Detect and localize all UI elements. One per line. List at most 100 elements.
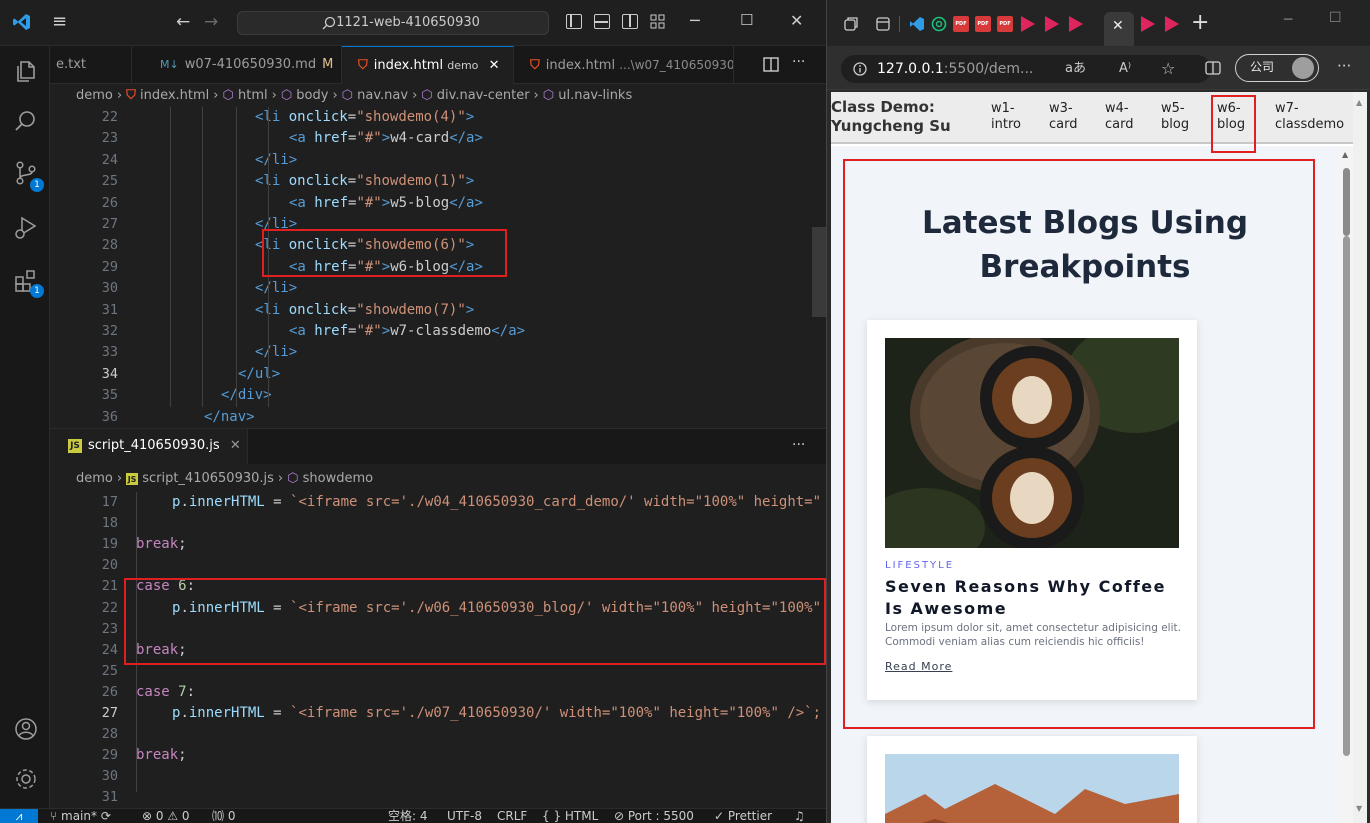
breadcrumb-item[interactable]: ⛉ index.html — [126, 88, 209, 103]
menu-icon[interactable]: ≡ — [52, 12, 67, 32]
tab-close-icon[interactable]: ✕ — [230, 438, 241, 453]
tab-close-icon[interactable]: ✕ — [1112, 18, 1124, 34]
iframe-scrollbar-thumb[interactable] — [1343, 168, 1350, 236]
close-window-icon[interactable]: ✕ — [790, 11, 803, 30]
breadcrumb-item[interactable]: ⬡ nav.nav — [342, 88, 408, 103]
line-number: 26 — [101, 194, 118, 211]
nav-link-w1-intro[interactable]: w1- intro — [991, 101, 1021, 133]
breadcrumb-item[interactable]: JS script_410650930.js — [126, 471, 274, 486]
address-host: 127.0.0.1 — [877, 61, 944, 77]
js-editor[interactable]: 17 p.innerHTML = `<iframe src='./w04_4106… — [50, 492, 826, 808]
more-actions-icon[interactable]: ··· — [792, 54, 805, 70]
more-actions-icon[interactable]: ··· — [792, 437, 805, 453]
line-number: 24 — [101, 151, 118, 168]
favorite-star-icon[interactable]: ☆ — [1161, 55, 1175, 83]
toggle-panel-icon[interactable] — [594, 14, 610, 29]
scroll-up-icon[interactable]: ▲ — [1342, 150, 1348, 159]
breadcrumb-separator: › — [332, 88, 338, 103]
breadcrumb-item[interactable]: ⬡ ul.nav-links — [543, 88, 632, 103]
address-bar[interactable]: 127.0.0.1:5500/dem... aあ A⁾ ☆ — [841, 55, 1211, 83]
run-debug-icon[interactable] — [13, 214, 39, 240]
split-editor-icon[interactable] — [763, 57, 779, 72]
tab-close-icon[interactable]: ✕ — [489, 58, 500, 73]
nav-link-w5-blog[interactable]: w5- blog — [1161, 101, 1189, 133]
tab-media-icon[interactable] — [1045, 16, 1059, 32]
breadcrumb-item[interactable]: ⬡ div.nav-center — [421, 88, 529, 103]
settings-gear-icon[interactable] — [13, 766, 39, 792]
notifications-icon[interactable]: ♫ — [794, 809, 805, 823]
split-screen-icon[interactable] — [1205, 61, 1221, 75]
nav-link-w3-card[interactable]: w3- card — [1049, 101, 1077, 133]
accounts-icon[interactable] — [13, 716, 39, 742]
tab-e-txt[interactable]: e.txt — [50, 46, 132, 84]
nav-link-w7-classdemo[interactable]: w7- classdemo — [1275, 101, 1344, 133]
branch-indicator[interactable]: ⑂ main* ⟳ — [50, 809, 111, 823]
line-code: <li onclick="showdemo(6)"> — [255, 237, 475, 254]
remote-indicator-icon[interactable]: ⩘ — [0, 809, 38, 823]
prettier-indicator[interactable]: ✓ Prettier — [714, 809, 772, 823]
nav-link-w4-card[interactable]: w4- card — [1105, 101, 1133, 133]
scroll-down-icon[interactable]: ▼ — [1356, 804, 1362, 813]
workspaces-icon[interactable] — [843, 16, 859, 32]
site-info-icon[interactable] — [853, 62, 867, 76]
forward-arrow-icon[interactable]: → — [204, 12, 218, 32]
breadcrumb-item[interactable]: ⬡ html — [223, 88, 268, 103]
profile-button[interactable]: 公司 — [1235, 54, 1319, 82]
browser-minimize-icon[interactable]: ─ — [1284, 12, 1292, 28]
html-editor[interactable]: 22 <li onclick="showdemo(4)"> 23 <a href="#… — [50, 107, 826, 428]
breadcrumb-item[interactable]: ⬡ showdemo — [287, 471, 373, 486]
line-number: 31 — [101, 301, 118, 318]
minimize-icon[interactable]: ─ — [690, 11, 700, 30]
problems-indicator[interactable]: ⊗ 0 ⚠ 0 — [142, 809, 190, 823]
breadcrumb-item[interactable]: demo — [76, 88, 113, 103]
line-number: 31 — [101, 789, 118, 806]
read-aloud-icon[interactable]: aあ — [1065, 55, 1086, 83]
language-indicator[interactable]: { } HTML — [542, 809, 598, 823]
tab-chatgpt-favicon-icon[interactable] — [931, 16, 947, 32]
line-number: 27 — [101, 705, 118, 721]
tab-media-icon[interactable] — [1141, 16, 1155, 32]
iframe-scrollbar[interactable]: ▲ — [1339, 146, 1353, 823]
immersive-reader-icon[interactable]: A⁾ — [1119, 55, 1131, 83]
toggle-sidebar-icon[interactable] — [566, 14, 582, 29]
ports-indicator[interactable]: ⑽ 0 — [212, 809, 235, 823]
tab-script-js[interactable]: JS script_410650930.js ✕ — [50, 429, 248, 464]
branch-name: main* — [61, 809, 97, 823]
breadcrumb-item[interactable]: ⬡ body — [281, 88, 329, 103]
tab-pdf-icon[interactable]: PDF — [997, 16, 1013, 32]
maximize-icon[interactable]: ☐ — [740, 11, 753, 29]
line-code: </ul> — [238, 365, 281, 382]
tab-index-html-demo[interactable]: ⛉ index.html demo ✕ — [342, 46, 514, 84]
nav-link-w6-blog[interactable]: w6- blog — [1217, 101, 1245, 133]
tab-vscode-favicon-icon[interactable] — [909, 16, 925, 32]
back-arrow-icon[interactable]: ← — [176, 12, 190, 32]
toggle-secondary-sidebar-icon[interactable] — [622, 14, 638, 29]
page-scrollbar[interactable]: ▲ ▼ — [1353, 92, 1367, 823]
new-tab-icon[interactable]: + — [1191, 10, 1209, 35]
read-more-link[interactable]: Read More — [885, 660, 952, 673]
breadcrumb-item[interactable]: demo — [76, 471, 113, 486]
command-center[interactable]: 1121-web-410650930 — [237, 11, 549, 35]
tab-pdf-icon[interactable]: PDF — [975, 16, 991, 32]
browser-active-tab[interactable]: ✕ — [1104, 12, 1134, 46]
tab-w07-md[interactable]: M↓ w07-410650930.md M — [132, 46, 342, 84]
tab-index-html-w07[interactable]: ⛉ index.html ...\w07_410650930 — [514, 46, 734, 84]
tab-pdf-icon[interactable]: PDF — [953, 16, 969, 32]
blog-page: Latest Blogs Using Breakpoints LIFESTYLE… — [831, 146, 1339, 823]
line-code: break; — [136, 747, 187, 764]
tab-actions-icon[interactable] — [875, 16, 891, 32]
indentation-indicator[interactable]: 空格: 4 — [388, 809, 428, 823]
browser-maximize-icon[interactable]: ☐ — [1329, 10, 1342, 26]
scroll-up-icon[interactable]: ▲ — [1356, 98, 1362, 107]
tab-media-icon[interactable] — [1165, 16, 1179, 32]
settings-more-icon[interactable]: ··· — [1337, 57, 1351, 75]
encoding-indicator[interactable]: UTF-8 — [447, 809, 482, 823]
editor-scrollbar-thumb[interactable] — [812, 227, 826, 317]
search-sidebar-icon[interactable] — [13, 108, 39, 134]
tab-media-icon[interactable] — [1069, 16, 1083, 32]
customize-layout-icon[interactable] — [650, 14, 666, 30]
eol-indicator[interactable]: CRLF — [497, 809, 527, 823]
explorer-icon[interactable] — [13, 58, 39, 84]
tab-media-icon[interactable] — [1021, 16, 1035, 32]
live-server-port[interactable]: ⊘ Port : 5500 — [614, 809, 694, 823]
